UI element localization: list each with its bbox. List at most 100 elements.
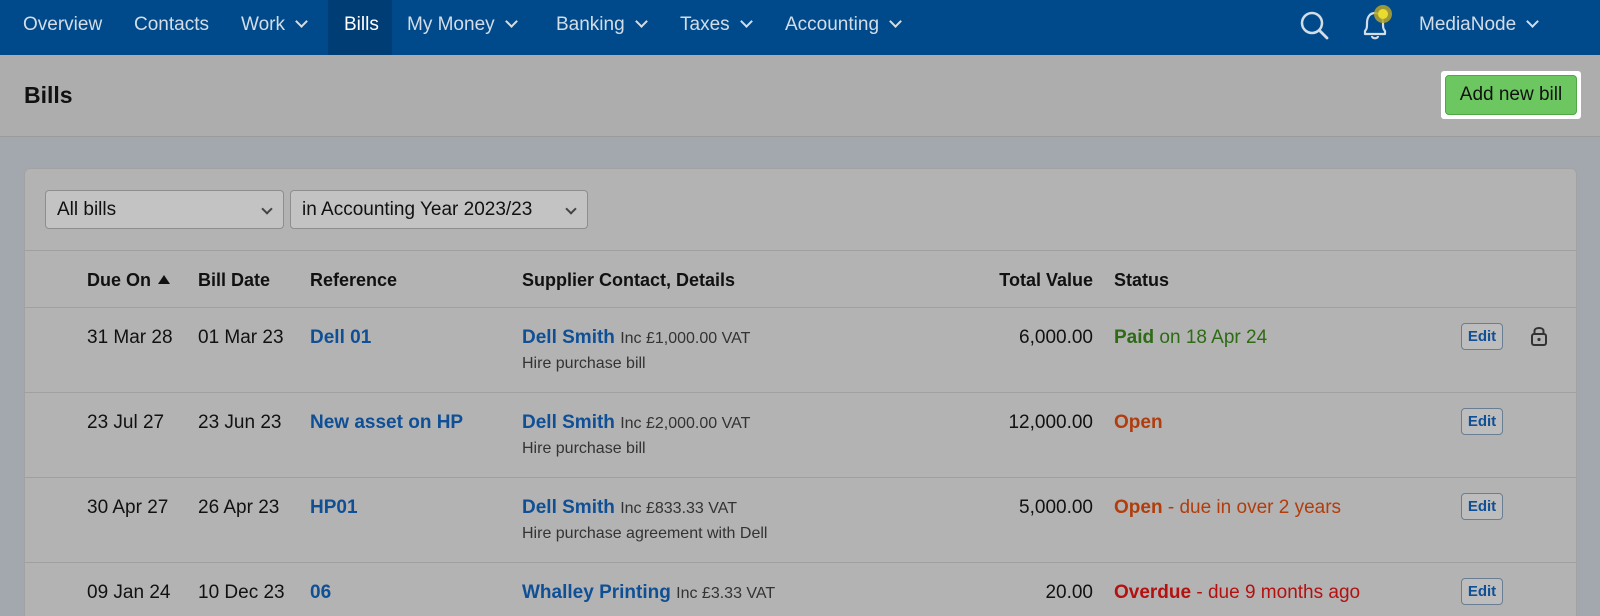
nav-item-label: Bills	[344, 14, 379, 35]
column-header-status[interactable]: Status	[1114, 270, 1169, 291]
column-label: Total Value	[999, 270, 1093, 290]
chevron-down-icon	[889, 15, 902, 28]
page-header: Bills Add new bill	[0, 55, 1600, 137]
nav-item-bills[interactable]: Bills	[328, 0, 392, 55]
bill-date-cell: 01 Mar 23	[198, 327, 284, 348]
column-label: Reference	[310, 270, 398, 290]
supplier-cell: Whalley Printing Inc £3.33 VAT	[522, 582, 775, 604]
vat-text: Inc £2,000.00 VAT	[620, 415, 751, 432]
due-on-cell: 09 Jan 24	[87, 582, 171, 603]
search-icon	[1300, 11, 1329, 40]
supplier-cell: Dell Smith Inc £2,000.00 VAT	[522, 412, 750, 434]
reference-link[interactable]: 06	[310, 582, 331, 604]
select-value: in Accounting Year 2023/23	[302, 199, 533, 220]
status-badge: Open	[1114, 497, 1163, 518]
supplier-cell: Dell Smith Inc £1,000.00 VAT	[522, 327, 750, 349]
column-label: Bill Date	[198, 270, 271, 290]
column-header-due-on[interactable]: Due On	[87, 270, 171, 291]
bill-date-cell: 23 Jun 23	[198, 412, 282, 433]
total-value-cell: 20.00	[1045, 582, 1093, 603]
status-cell: Paid on 18 Apr 24	[1114, 327, 1267, 349]
column-header-bill-date[interactable]: Bill Date	[198, 270, 270, 291]
bill-date-cell: 10 Dec 23	[198, 582, 285, 603]
edit-button[interactable]: Edit	[1461, 493, 1503, 520]
nav-item-work[interactable]: Work	[241, 0, 308, 55]
nav-item-banking[interactable]: Banking	[556, 0, 648, 55]
nav-item-accounting[interactable]: Accounting	[785, 0, 902, 55]
supplier-link[interactable]: Dell Smith	[522, 497, 615, 518]
bill-type-select[interactable]: All bills	[45, 190, 284, 229]
edit-button[interactable]: Edit	[1461, 323, 1503, 350]
add-new-bill-button[interactable]: Add new bill	[1445, 75, 1577, 115]
column-header-reference[interactable]: Reference	[310, 270, 397, 291]
divider	[25, 250, 1576, 251]
nav-item-taxes[interactable]: Taxes	[680, 0, 753, 55]
nav-item-label: Contacts	[134, 14, 209, 35]
total-value-cell: 5,000.00	[1019, 497, 1093, 518]
chevron-down-icon	[565, 203, 577, 215]
bill-date-cell: 26 Apr 23	[198, 497, 280, 518]
notifications-button[interactable]	[1356, 0, 1396, 55]
chevron-down-icon	[295, 15, 308, 28]
account-menu[interactable]: MediaNode	[1419, 0, 1540, 55]
supplier-link[interactable]: Whalley Printing	[522, 582, 671, 603]
nav-item-label: My Money	[407, 14, 495, 35]
lock-icon	[1531, 327, 1547, 346]
account-label: MediaNode	[1419, 14, 1517, 35]
column-label: Supplier Contact, Details	[522, 270, 736, 290]
bell-icon	[1363, 5, 1392, 40]
period-select[interactable]: in Accounting Year 2023/23	[290, 190, 588, 229]
nav-item-my-money[interactable]: My Money	[407, 0, 518, 55]
due-on-cell: 31 Mar 28	[87, 327, 173, 348]
reference-link[interactable]: New asset on HP	[310, 412, 463, 434]
top-navigation: Overview Contacts Work Bills My Money Ba…	[0, 0, 1600, 55]
search-button[interactable]	[1297, 0, 1331, 55]
chevron-down-icon	[634, 15, 648, 28]
column-label: Due On	[87, 270, 152, 290]
status-detail: on 18 Apr 24	[1159, 327, 1268, 348]
page-title: Bills	[24, 82, 73, 108]
vat-text: Inc £1,000.00 VAT	[620, 330, 751, 347]
divider	[25, 392, 1576, 393]
chevron-down-icon	[1526, 15, 1540, 28]
sort-ascending-icon	[158, 275, 171, 284]
nav-item-label: Banking	[556, 14, 625, 35]
status-badge: Paid	[1114, 327, 1155, 348]
reference-link[interactable]: HP01	[310, 497, 358, 519]
nav-item-label: Taxes	[680, 14, 730, 35]
vat-text: Inc £833.33 VAT	[620, 500, 737, 517]
nav-item-overview[interactable]: Overview	[23, 0, 102, 55]
divider	[25, 477, 1576, 478]
chevron-down-icon	[261, 203, 273, 215]
nav-item-label: Accounting	[785, 14, 880, 35]
edit-button[interactable]: Edit	[1461, 408, 1503, 435]
column-label: Status	[1114, 270, 1170, 290]
total-value-cell: 6,000.00	[1019, 327, 1093, 348]
supplier-link[interactable]: Dell Smith	[522, 327, 615, 348]
column-header-supplier[interactable]: Supplier Contact, Details	[522, 270, 735, 291]
status-cell: Open	[1114, 412, 1163, 434]
due-on-cell: 23 Jul 27	[87, 412, 165, 433]
details-text: Hire purchase agreement with Dell	[522, 525, 768, 542]
nav-item-label: Work	[241, 14, 285, 35]
nav-item-label: Overview	[23, 14, 103, 35]
divider	[25, 307, 1576, 308]
details-text: Hire purchase bill	[522, 440, 646, 457]
total-value-cell: 12,000.00	[1008, 412, 1093, 433]
column-header-total-value[interactable]: Total Value	[960, 270, 1093, 291]
due-on-cell: 30 Apr 27	[87, 497, 169, 518]
status-cell: Open - due in over 2 years	[1114, 497, 1341, 519]
reference-link[interactable]: Dell 01	[310, 327, 371, 349]
edit-button[interactable]: Edit	[1461, 578, 1503, 605]
select-value: All bills	[57, 199, 117, 220]
status-detail: - due in over 2 years	[1167, 497, 1342, 518]
status-badge: Open	[1114, 412, 1163, 433]
divider	[25, 562, 1576, 563]
add-button-highlight: Add new bill	[1441, 71, 1581, 119]
supplier-link[interactable]: Dell Smith	[522, 412, 615, 433]
status-cell: Overdue - due 9 months ago	[1114, 582, 1360, 604]
chevron-down-icon	[504, 15, 518, 28]
nav-item-contacts[interactable]: Contacts	[134, 0, 209, 55]
supplier-cell: Dell Smith Inc £833.33 VAT	[522, 497, 737, 519]
status-badge: Overdue	[1114, 582, 1192, 603]
